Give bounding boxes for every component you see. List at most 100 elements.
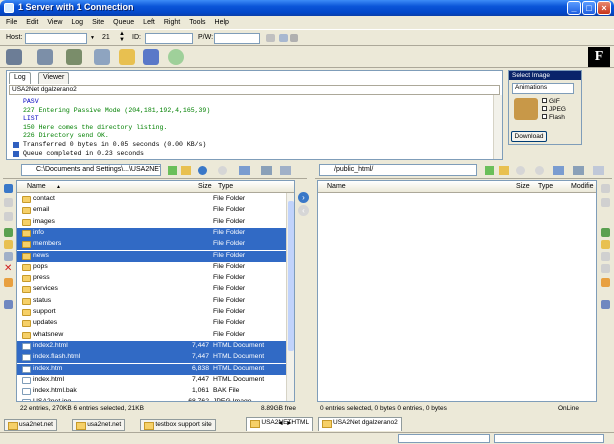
up-folder-icon[interactable] bbox=[168, 166, 177, 175]
left-path-input[interactable]: C:\Documents and Settings\...\USA2NETHTM… bbox=[21, 164, 161, 176]
table-row[interactable]: index.html 7,447 HTML Document bbox=[17, 375, 287, 386]
tab-log[interactable]: Log bbox=[9, 72, 31, 84]
right-side-delete-icon[interactable] bbox=[601, 264, 610, 273]
right-side-new-folder-icon[interactable] bbox=[601, 240, 610, 249]
table-row[interactable]: status File Folder bbox=[17, 296, 287, 307]
bottom-tab[interactable]: testbox support site bbox=[140, 419, 216, 431]
host-input[interactable] bbox=[25, 33, 87, 44]
table-row[interactable]: USA2net.jpg 68,762 JPEG Image bbox=[17, 397, 287, 401]
table-row[interactable]: members File Folder bbox=[17, 239, 287, 251]
menu-edit[interactable]: Edit bbox=[26, 19, 38, 26]
bottom-tab[interactable]: usa2net.net bbox=[72, 419, 126, 431]
transfer-icon[interactable] bbox=[66, 49, 82, 65]
option-checkbox[interactable] bbox=[542, 106, 547, 111]
table-row[interactable]: images File Folder bbox=[17, 217, 287, 228]
right-side-edit-icon[interactable] bbox=[601, 228, 610, 237]
open-folder-icon[interactable] bbox=[181, 166, 191, 175]
connect-icon[interactable] bbox=[279, 34, 288, 42]
left-col-name[interactable]: Name bbox=[27, 183, 46, 190]
minimize-button[interactable]: _ bbox=[567, 1, 581, 15]
side-view-icon[interactable] bbox=[4, 300, 13, 309]
right-side-view-icon[interactable] bbox=[601, 300, 610, 309]
settings-icon[interactable] bbox=[290, 34, 298, 42]
close-button[interactable]: × bbox=[597, 1, 611, 15]
view-icon[interactable] bbox=[239, 166, 250, 175]
back-icon[interactable] bbox=[198, 166, 207, 175]
quick-connect-icon[interactable] bbox=[266, 34, 275, 42]
option-checkbox[interactable] bbox=[542, 114, 547, 119]
table-row[interactable]: email File Folder bbox=[17, 205, 287, 216]
menu-view[interactable]: View bbox=[47, 19, 62, 26]
filter-icon[interactable] bbox=[280, 166, 291, 175]
right-open-folder-icon[interactable] bbox=[499, 166, 509, 175]
bottom-tab-remote[interactable]: USA2Net dgalzerano2 bbox=[318, 417, 402, 431]
left-col-type[interactable]: Type bbox=[218, 183, 233, 190]
folder-icon[interactable] bbox=[119, 49, 135, 65]
download-button[interactable]: Download bbox=[511, 131, 547, 142]
menu-help[interactable]: Help bbox=[215, 19, 229, 26]
table-row[interactable]: support File Folder bbox=[17, 307, 287, 318]
right-col-size[interactable]: Size bbox=[516, 183, 530, 190]
connect-site-icon[interactable] bbox=[6, 49, 22, 65]
port-stepper[interactable]: ▲ ▼ bbox=[119, 31, 125, 43]
right-col-type[interactable]: Type bbox=[538, 183, 553, 190]
table-row[interactable]: info File Folder bbox=[17, 227, 287, 239]
tools-icon[interactable] bbox=[261, 166, 272, 175]
right-side-copy-icon[interactable] bbox=[601, 198, 610, 207]
menu-left[interactable]: Left bbox=[143, 19, 155, 26]
side-edit-icon[interactable] bbox=[4, 228, 13, 237]
side-refresh-icon[interactable] bbox=[4, 184, 13, 193]
queue-icon[interactable] bbox=[94, 49, 110, 65]
tab-viewer[interactable]: Viewer bbox=[38, 72, 70, 84]
table-row[interactable]: services File Folder bbox=[17, 284, 287, 295]
table-row[interactable]: contact File Folder bbox=[17, 194, 287, 205]
bottom-tab[interactable]: usa2net.net bbox=[4, 419, 57, 431]
sync-icon[interactable] bbox=[143, 49, 159, 65]
password-input[interactable] bbox=[214, 33, 260, 44]
table-row[interactable]: index.flash.html 7,447 HTML Document bbox=[17, 352, 287, 364]
side-delete-icon[interactable]: ✕ bbox=[4, 264, 12, 274]
table-row[interactable]: index.htm 6,838 HTML Document bbox=[17, 363, 287, 375]
right-side-rename-icon[interactable] bbox=[601, 252, 610, 261]
menu-queue[interactable]: Queue bbox=[113, 19, 134, 26]
disconnect-icon[interactable] bbox=[37, 49, 53, 65]
port-value[interactable]: 21 bbox=[102, 34, 110, 41]
right-col-name[interactable]: Name bbox=[327, 183, 346, 190]
right-side-refresh-icon[interactable] bbox=[601, 184, 610, 193]
download-arrow-icon[interactable]: ‹ bbox=[298, 205, 309, 216]
menu-tools[interactable]: Tools bbox=[189, 19, 205, 26]
id-input[interactable] bbox=[145, 33, 193, 44]
right-filter-icon[interactable] bbox=[593, 166, 604, 175]
left-scroll-thumb[interactable] bbox=[288, 201, 294, 351]
menu-log[interactable]: Log bbox=[71, 19, 83, 26]
chevron-down-icon[interactable]: ▼ bbox=[90, 35, 95, 41]
right-side-properties-icon[interactable] bbox=[601, 278, 610, 287]
right-up-folder-icon[interactable] bbox=[485, 166, 494, 175]
side-properties-icon[interactable] bbox=[4, 278, 13, 287]
menu-file[interactable]: File bbox=[6, 19, 17, 26]
right-col-modified[interactable]: Modifie bbox=[571, 183, 594, 190]
right-forward-icon[interactable] bbox=[535, 166, 544, 175]
image-option[interactable]: JPEG bbox=[542, 106, 566, 113]
side-new-folder-icon[interactable] bbox=[4, 240, 13, 249]
log-scrollbar[interactable] bbox=[493, 95, 502, 159]
forward-icon[interactable] bbox=[218, 166, 227, 175]
left-scrollbar[interactable] bbox=[286, 193, 294, 401]
table-row[interactable]: index2.html 7,447 HTML Document bbox=[17, 340, 287, 352]
side-copy-icon[interactable] bbox=[4, 198, 13, 207]
side-rename-icon[interactable] bbox=[4, 252, 13, 261]
table-row[interactable]: whatsnew File Folder bbox=[17, 330, 287, 341]
table-row[interactable]: updates File Folder bbox=[17, 318, 287, 329]
image-option[interactable]: GIF bbox=[542, 98, 560, 105]
menu-right[interactable]: Right bbox=[164, 19, 180, 26]
table-row[interactable]: index.html.bak 1,061 BAK File bbox=[17, 386, 287, 397]
animations-dropdown[interactable]: Animations bbox=[512, 83, 574, 94]
ok-icon[interactable] bbox=[168, 49, 184, 65]
maximize-button[interactable]: □ bbox=[582, 1, 596, 15]
side-move-icon[interactable] bbox=[4, 212, 13, 221]
tab-scroll-arrows[interactable]: ◄ ► bbox=[277, 420, 293, 427]
right-tools-icon[interactable] bbox=[573, 166, 584, 175]
table-row[interactable]: news File Folder bbox=[17, 250, 287, 262]
option-checkbox[interactable] bbox=[542, 98, 547, 103]
table-row[interactable]: pops File Folder bbox=[17, 262, 287, 273]
